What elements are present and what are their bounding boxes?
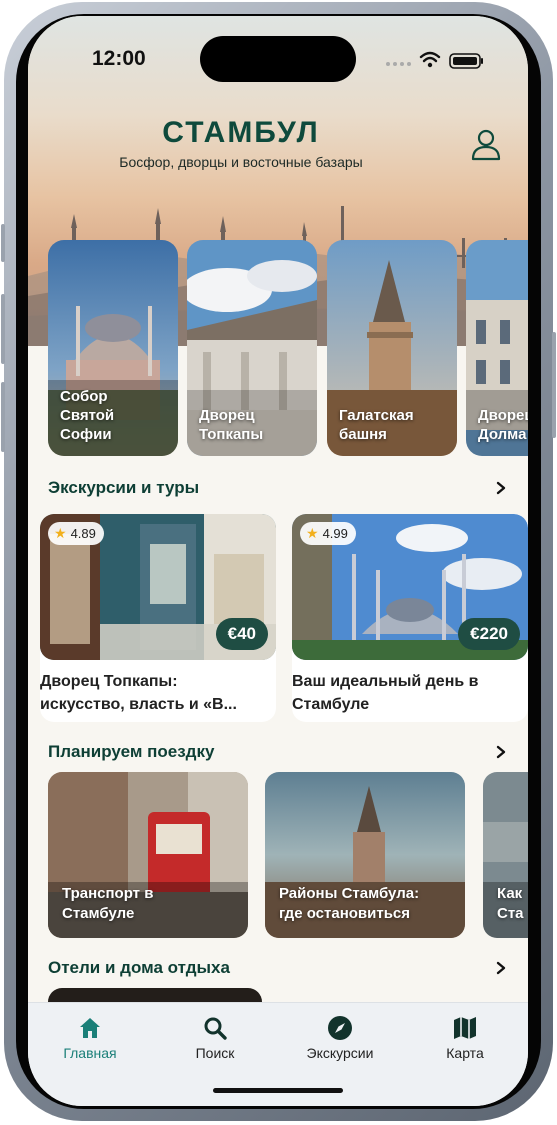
tab-label: Карта xyxy=(446,1045,484,1061)
place-card-galata[interactable]: Галатская башня xyxy=(327,240,457,456)
rating-value: 4.89 xyxy=(70,526,96,541)
volume-down-button xyxy=(1,382,5,452)
status-time: 12:00 xyxy=(92,47,146,70)
map-icon xyxy=(454,1017,476,1039)
action-button xyxy=(1,224,5,262)
wifi-icon xyxy=(419,51,441,63)
tour-name-line: Ваш идеальный день в xyxy=(292,673,479,690)
place-label: Собор Святой Софии xyxy=(60,388,115,443)
tab-label: Экскурсии xyxy=(306,1045,374,1061)
chevron-right-icon[interactable] xyxy=(494,481,508,495)
dynamic-island xyxy=(200,36,356,82)
plan-label-line: Стамбуле xyxy=(62,905,135,922)
tour-image: ★ 4.89 €40 xyxy=(40,514,276,660)
plan-card-transport[interactable]: Транспорт в Стамбуле xyxy=(48,772,248,938)
plan-card-districts[interactable]: Районы Стамбула: где остановиться xyxy=(265,772,465,938)
wifi-dot xyxy=(427,62,433,68)
volume-up-button xyxy=(1,294,5,364)
tour-image: ★ 4.99 €220 xyxy=(292,514,528,660)
price-badge: €220 xyxy=(458,618,520,650)
plan-label-line: Ста xyxy=(497,905,524,922)
tab-tours[interactable]: Экскурсии xyxy=(290,1015,390,1061)
section-title-plan: Планируем поездку xyxy=(48,742,215,761)
tab-home[interactable]: Главная xyxy=(40,1015,140,1061)
tab-label: Поиск xyxy=(195,1045,235,1061)
battery-icon xyxy=(449,53,483,69)
compass-icon xyxy=(328,1016,352,1040)
page-title: СТАМБУЛ xyxy=(162,116,320,149)
profile-icon[interactable] xyxy=(470,128,502,162)
plan-label-line: Как xyxy=(497,885,523,902)
plan-card-airport[interactable]: Как Ста xyxy=(483,772,528,938)
rating-badge: ★ 4.99 xyxy=(300,522,356,545)
home-icon xyxy=(80,1018,100,1038)
place-label: Дворец Долма xyxy=(478,407,528,443)
power-button xyxy=(552,332,556,438)
places-carousel[interactable]: Собор Святой Софии Дворец Топкапы Галатс… xyxy=(48,240,528,456)
rating-badge: ★ 4.89 xyxy=(48,522,104,545)
place-card-dolmabahce[interactable]: Дворец Долма xyxy=(466,240,528,456)
plan-label: Транспорт в Стамбуле xyxy=(62,884,153,924)
tab-label: Главная xyxy=(63,1045,117,1061)
star-icon: ★ xyxy=(54,525,67,541)
place-label: Дворец Топкапы xyxy=(199,407,264,443)
tour-name: Дворец Топкапы: искусство, власть и «В..… xyxy=(40,670,276,716)
page-subtitle: Босфор, дворцы и восточные базары xyxy=(119,154,363,170)
plan-label: Районы Стамбула: где остановиться xyxy=(279,884,419,924)
search-icon xyxy=(204,1017,227,1040)
tour-name-line: Дворец Топкапы: xyxy=(40,673,178,690)
rating-value: 4.99 xyxy=(322,526,348,541)
plan-label-line: где остановиться xyxy=(279,905,411,922)
app-screen: 12:00 СТАМБУЛ Босфор, дворцы и восточные… xyxy=(28,16,528,1106)
tab-search[interactable]: Поиск xyxy=(165,1015,265,1061)
place-card-topkapi[interactable]: Дворец Топкапы xyxy=(187,240,317,456)
section-title-hotels: Отели и дома отдыха xyxy=(48,958,230,977)
chevron-right-icon[interactable] xyxy=(494,745,508,759)
plan-label-line: Районы Стамбула: xyxy=(279,885,420,902)
star-icon: ★ xyxy=(306,525,319,541)
plan-label-line: Транспорт в xyxy=(62,885,154,902)
tour-name-line: Стамбуле xyxy=(292,696,370,713)
tour-name: Ваш идеальный день в Стамбуле xyxy=(292,670,528,716)
price-badge: €40 xyxy=(215,618,268,650)
place-card-hagia-sophia[interactable]: Собор Святой Софии xyxy=(48,240,178,456)
home-indicator xyxy=(213,1088,343,1093)
chevron-right-icon[interactable] xyxy=(494,961,508,975)
signal-icon xyxy=(386,62,411,66)
place-label: Галатская башня xyxy=(339,407,414,443)
tour-card[interactable]: ★ 4.99 €220 Ваш идеальный день в Стамбул… xyxy=(292,514,528,722)
status-icons xyxy=(386,51,483,69)
plan-label: Как Ста xyxy=(497,884,524,924)
section-title-tours: Экскурсии и туры xyxy=(48,478,200,497)
tour-name-line: искусство, власть и «В... xyxy=(40,696,237,713)
tab-map[interactable]: Карта xyxy=(415,1015,515,1061)
tour-card[interactable]: ★ 4.89 €40 Дворец Топкапы: искусство, вл… xyxy=(40,514,276,722)
